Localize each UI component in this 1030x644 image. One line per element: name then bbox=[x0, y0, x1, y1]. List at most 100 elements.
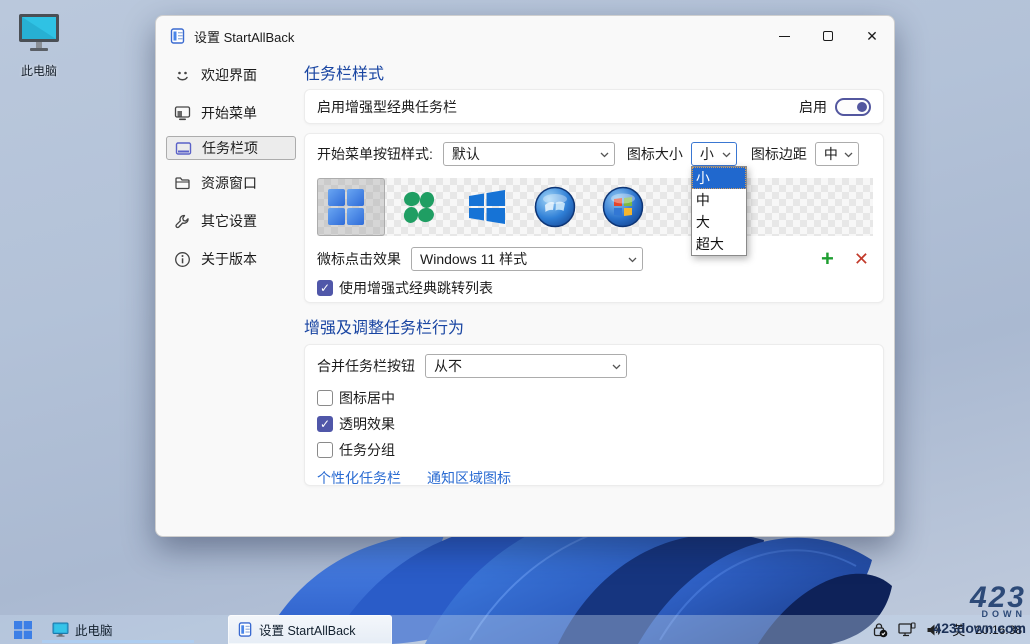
chevron-down-icon bbox=[612, 364, 621, 370]
add-button[interactable]: + bbox=[821, 248, 834, 270]
titlebar[interactable]: 设置 StartAllBack ✕ bbox=[156, 16, 894, 56]
logo-click-effect-label: 微标点击效果 bbox=[317, 251, 401, 267]
sidebar-item-taskbar[interactable]: 任务栏项 bbox=[166, 136, 296, 160]
personalize-taskbar-link[interactable]: 个性化任务栏 bbox=[317, 468, 401, 488]
enable-classic-taskbar-label: 启用增强型经典任务栏 bbox=[317, 98, 457, 115]
chevron-down-icon bbox=[722, 152, 731, 158]
taskbar-icon bbox=[175, 141, 192, 155]
select-value: Windows 11 样式 bbox=[420, 251, 528, 267]
orb-windows-8[interactable] bbox=[453, 178, 521, 236]
enable-classic-taskbar-toggle[interactable] bbox=[835, 97, 871, 116]
sidebar-item-other-settings[interactable]: 其它设置 bbox=[166, 206, 296, 236]
close-button[interactable]: ✕ bbox=[850, 16, 894, 56]
section-title-taskbar-style: 任务栏样式 bbox=[304, 66, 385, 83]
taskbar-behavior-card: 合并任务栏按钮 从不 图标居中 透明效果 任务分组 个性化任务栏 通知区域图 bbox=[304, 344, 884, 486]
notification-area-icons-link[interactable]: 通知区域图标 bbox=[427, 468, 511, 488]
taskbar-clock[interactable]: 20:16:38 bbox=[975, 623, 1022, 637]
startallback-settings-window: 设置 StartAllBack ✕ 欢迎界面 开始菜单 任务栏项 资源窗口 其它… bbox=[155, 15, 895, 537]
toggle-state-label: 启用 bbox=[799, 98, 827, 115]
dropdown-option-medium[interactable]: 中 bbox=[692, 189, 746, 211]
select-value: 默认 bbox=[451, 146, 480, 162]
jumplist-checkbox[interactable] bbox=[317, 280, 333, 296]
task-grouping-checkbox-row[interactable]: 任务分组 bbox=[317, 440, 871, 460]
orb-windows-vista[interactable] bbox=[589, 178, 657, 236]
center-icons-label: 图标居中 bbox=[339, 390, 395, 406]
logo-click-effect-select[interactable]: Windows 11 样式 bbox=[411, 247, 643, 271]
network-icon[interactable] bbox=[898, 622, 916, 637]
watermark-logo: 423 bbox=[969, 580, 1026, 614]
jumplist-checkbox-label: 使用增强式经典跳转列表 bbox=[339, 280, 493, 296]
sidebar-item-label: 任务栏项 bbox=[202, 140, 258, 156]
combine-buttons-select[interactable]: 从不 bbox=[425, 354, 627, 378]
start-button[interactable] bbox=[8, 615, 38, 644]
start-orb-style-strip bbox=[317, 178, 873, 236]
toggle-knob bbox=[857, 101, 867, 112]
taskbar-style-card: 开始菜单按钮样式: 默认 图标大小 小 小 中 大 超大 图标边距 中 微标点击… bbox=[304, 133, 884, 303]
orb-clover[interactable] bbox=[385, 178, 453, 236]
input-method-indicator[interactable]: 英 bbox=[952, 620, 965, 639]
icon-margin-label: 图标边距 bbox=[750, 146, 807, 162]
dropdown-option-small[interactable]: 小 bbox=[691, 167, 746, 189]
jumplist-checkbox-row[interactable]: 使用增强式经典跳转列表 bbox=[317, 278, 871, 298]
sidebar-item-label: 其它设置 bbox=[201, 213, 257, 229]
transparency-checkbox[interactable] bbox=[317, 416, 333, 432]
enable-classic-taskbar-row: 启用增强型经典任务栏 启用 bbox=[304, 89, 884, 124]
close-icon: ✕ bbox=[866, 28, 878, 44]
center-icons-checkbox[interactable] bbox=[317, 390, 333, 406]
windows-start-icon bbox=[14, 620, 32, 639]
startallback-app-icon bbox=[238, 622, 252, 637]
sidebar-item-start-menu[interactable]: 开始菜单 bbox=[166, 98, 296, 128]
smiley-icon bbox=[177, 71, 188, 80]
windows-8-logo bbox=[469, 190, 505, 224]
transparency-checkbox-row[interactable]: 透明效果 bbox=[317, 414, 871, 434]
minimize-button[interactable] bbox=[762, 16, 806, 56]
taskbar-item-label: 设置 StartAllBack bbox=[259, 624, 356, 638]
this-pc-icon bbox=[19, 14, 59, 51]
sidebar: 欢迎界面 开始菜单 任务栏项 资源窗口 其它设置 关于版本 bbox=[156, 56, 302, 536]
start-button-style-select[interactable]: 默认 bbox=[442, 142, 615, 166]
desktop-icon-label: 此电脑 bbox=[20, 64, 57, 78]
this-pc-icon bbox=[52, 622, 69, 637]
folder-icon bbox=[175, 176, 190, 189]
windows-11-logo bbox=[328, 189, 364, 225]
desktop: 此电脑 设置 StartAllBack ✕ 欢迎界面 开始菜单 任务栏项 资源窗… bbox=[0, 0, 1030, 644]
center-icons-checkbox-row[interactable]: 图标居中 bbox=[317, 388, 871, 408]
task-grouping-label: 任务分组 bbox=[339, 442, 395, 458]
sidebar-item-label: 关于版本 bbox=[201, 251, 257, 267]
sidebar-item-welcome[interactable]: 欢迎界面 bbox=[166, 60, 296, 90]
sidebar-item-about[interactable]: 关于版本 bbox=[166, 244, 296, 274]
sidebar-item-label: 开始菜单 bbox=[201, 105, 257, 121]
delete-button[interactable]: ✕ bbox=[854, 250, 869, 268]
icon-margin-select[interactable]: 中 bbox=[814, 142, 859, 166]
chevron-down-icon bbox=[844, 152, 853, 158]
taskbar-item-startallback-settings[interactable]: 设置 StartAllBack bbox=[228, 615, 392, 644]
dropdown-option-large[interactable]: 大 bbox=[692, 211, 746, 233]
dropdown-option-xlarge[interactable]: 超大 bbox=[692, 233, 746, 255]
window-title: 设置 StartAllBack bbox=[194, 29, 295, 45]
taskbar-item-this-pc[interactable]: 此电脑 bbox=[42, 615, 194, 644]
chevron-down-icon bbox=[600, 152, 609, 158]
security-lock-icon[interactable] bbox=[873, 622, 888, 638]
sidebar-item-label: 欢迎界面 bbox=[201, 67, 257, 83]
system-tray: 英 20:16:38 bbox=[873, 615, 1030, 644]
orb-windows-7[interactable] bbox=[521, 178, 589, 236]
wrench-icon bbox=[175, 214, 189, 228]
windows-vista-orb bbox=[602, 186, 644, 228]
windows-7-orb bbox=[534, 186, 576, 228]
transparency-label: 透明效果 bbox=[339, 416, 395, 432]
sidebar-item-explorer[interactable]: 资源窗口 bbox=[166, 168, 296, 198]
startallback-app-icon bbox=[170, 28, 185, 44]
start-menu-icon bbox=[174, 105, 191, 120]
task-grouping-checkbox[interactable] bbox=[317, 442, 333, 458]
taskbar-item-label: 此电脑 bbox=[75, 624, 113, 638]
desktop-icon-this-pc[interactable]: 此电脑 bbox=[10, 12, 68, 79]
select-value: 从不 bbox=[434, 358, 462, 374]
select-value: 小 bbox=[699, 146, 714, 162]
icon-size-dropdown: 小 中 大 超大 bbox=[690, 166, 747, 256]
volume-icon[interactable] bbox=[926, 623, 942, 637]
icon-size-select[interactable]: 小 小 中 大 超大 bbox=[690, 142, 747, 256]
sidebar-item-label: 资源窗口 bbox=[201, 175, 257, 191]
select-value: 中 bbox=[823, 146, 838, 162]
maximize-button[interactable] bbox=[806, 16, 850, 56]
orb-windows-11[interactable] bbox=[317, 178, 385, 236]
